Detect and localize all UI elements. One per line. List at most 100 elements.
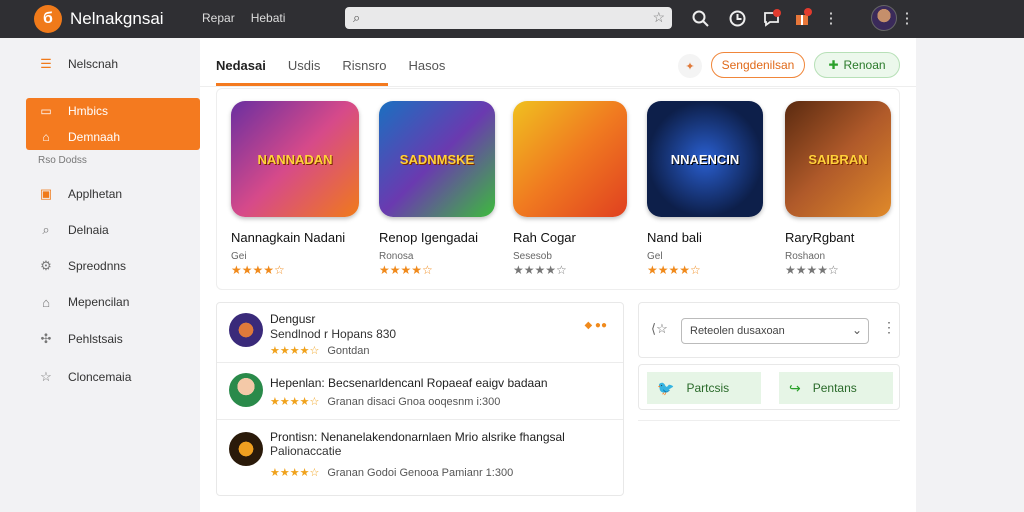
sidebar-item[interactable]: ▣ Applhetan <box>26 179 200 209</box>
search-icon: ⌕ <box>353 10 361 25</box>
store-icon: ▭ <box>40 104 52 118</box>
account-menu-icon[interactable]: ⋮ <box>897 8 917 28</box>
game-rating: ★★★★☆ <box>785 263 839 277</box>
list-item[interactable]: Prontisn: Nenanelakendonarnlaen Mrio als… <box>217 420 623 495</box>
sidebar-item-label: Nelscnah <box>68 57 119 71</box>
share-button[interactable]: 🐦 Partcsis <box>647 372 761 404</box>
sidebar-item[interactable]: ⌂ Mepencilan <box>26 287 200 317</box>
review-rating: ★★★★☆ <box>270 345 320 357</box>
top-bar: б Nelnakgnsai Repar Hebati ⌕ ☆ ⋮ ⋮ <box>0 0 1024 38</box>
game-art[interactable]: NNAENCIN <box>647 101 763 217</box>
game-subtitle: Sesesob <box>513 251 552 262</box>
search-icon: ⌕ <box>42 222 50 237</box>
bookmark-star-icon[interactable]: ☆ <box>652 9 665 26</box>
game-card[interactable]: SAIBRAN RaryRgbant Roshaon ★★★★☆ <box>785 101 915 277</box>
review-meta: ★★★★☆ Granan disaci Gnoa ooqesnm i:300 <box>270 395 500 408</box>
game-card[interactable]: SADNMSKE Renop Igengadai Ronosa ★★★★☆ <box>379 101 509 277</box>
game-name: Renop Igengadai <box>379 230 479 245</box>
filter-panel: ⟨☆ Reteolen dusaxoan ⌄ ⋮ <box>638 302 900 358</box>
game-subtitle: Gei <box>231 251 247 262</box>
tag-icon: ⟨☆ <box>651 321 668 336</box>
game-art-title: SAIBRAN <box>808 151 868 167</box>
game-card[interactable]: Rah Cogar Sesesob ★★★★☆ <box>513 101 643 277</box>
game-subtitle: Gel <box>647 251 663 262</box>
green-button[interactable]: ✚ Renoan <box>814 52 900 78</box>
review-actions-icon[interactable]: ◆ ●● <box>584 320 607 331</box>
game-art-title: SADNMSKE <box>399 151 475 167</box>
share-label: Partcsis <box>686 381 730 395</box>
game-art[interactable]: SADNMSKE <box>379 101 495 217</box>
list-item[interactable]: Dengusr Sendlnod r Hopans 830 ★★★★☆ Gontd… <box>217 303 623 363</box>
game-subtitle: Ronosa <box>379 251 414 262</box>
game-art[interactable]: NANNADAN <box>231 101 359 217</box>
logo-letter: б <box>43 10 53 27</box>
sidebar-item[interactable]: ✣ Pehlstsais <box>26 324 200 354</box>
topnav-item[interactable]: Hebati <box>251 11 286 25</box>
review-subtitle: Sendlnod r Hopans 830 <box>270 327 397 341</box>
app-logo[interactable]: б <box>34 5 62 33</box>
game-rating: ★★★★☆ <box>379 263 433 277</box>
divider <box>638 420 900 421</box>
sidebar-item[interactable]: ⌕ Delnaia <box>26 215 200 245</box>
review-meta-text: Gontdan <box>327 345 370 357</box>
sidebar-item[interactable]: ☆ Cloncemaia <box>26 362 200 392</box>
magic-icon[interactable]: ✦ <box>678 54 702 78</box>
search-input[interactable] <box>373 7 633 29</box>
sidebar-item-active[interactable]: ▭ Hmbics <box>26 98 200 124</box>
puzzle-icon: ✣ <box>40 331 52 346</box>
game-subtitle: Roshaon <box>785 251 826 262</box>
share-icon: ↪ <box>789 379 801 396</box>
user-avatar[interactable] <box>871 5 897 31</box>
sidebar: ☰ Nelscnah ▭ Hmbics ⌂ Demnaah Rso Dodss … <box>0 38 200 512</box>
app-title: Nelnakgnsai <box>70 9 164 28</box>
review-meta: ★★★★☆ Gontdan <box>270 344 370 357</box>
game-name: Nannagkain Nadani <box>231 230 346 245</box>
game-rating: ★★★★☆ <box>647 263 701 277</box>
more-vertical-icon[interactable]: ⋮ <box>821 8 841 28</box>
review-list: Dengusr Sendlnod r Hopans 830 ★★★★☆ Gontd… <box>216 302 624 496</box>
search-bar: ⌕ ☆ <box>345 7 672 29</box>
gear-icon: ⚙ <box>40 258 52 273</box>
game-rating: ★★★★☆ <box>231 263 285 277</box>
list-icon: ☰ <box>40 56 52 71</box>
sidebar-section-label: Rso Dodss <box>38 155 87 166</box>
game-card[interactable]: NANNADAN Nannagkain Nadani Gei ★★★★☆ <box>231 101 361 277</box>
sidebar-item-label: Cloncemaia <box>68 370 132 384</box>
game-art[interactable] <box>513 101 627 217</box>
share-label: Pentans <box>812 381 857 395</box>
sidebar-item-label: Spreodnns <box>68 259 127 273</box>
review-title: Prontisn: Nenanelakendonarnlaen Mrio als… <box>270 430 565 444</box>
tab[interactable]: Hasos <box>408 52 445 88</box>
review-meta-text: Granan Godoi Genooa Pamianr 1:300 <box>327 467 514 479</box>
tab-divider <box>200 86 916 87</box>
review-rating: ★★★★☆ <box>270 467 320 479</box>
list-item[interactable]: Hepenlan: Becsenarldencanl Ropaeaf eaigv… <box>217 363 623 420</box>
topnav-item[interactable]: Repar <box>202 11 235 25</box>
app-icon: ▣ <box>39 186 53 201</box>
sidebar-item[interactable]: ⚙ Spreodnns <box>26 251 200 281</box>
more-vertical-icon[interactable]: ⋮ <box>882 319 896 336</box>
filter-select[interactable]: Reteolen dusaxoan ⌄ <box>681 318 869 344</box>
game-name: RaryRgbant <box>785 230 855 245</box>
game-card[interactable]: NNAENCIN Nand bali Gel ★★★★☆ <box>647 101 777 277</box>
game-art[interactable]: SAIBRAN <box>785 101 891 217</box>
review-meta: ★★★★☆ Granan Godoi Genooa Pamianr 1:300 <box>270 466 513 479</box>
sidebar-item-label: Pehlstsais <box>68 332 123 346</box>
sidebar-item[interactable]: ☰ Nelscnah <box>26 49 200 79</box>
bag-icon: ⌂ <box>42 294 50 310</box>
sidebar-item-label: Delnaia <box>68 223 109 237</box>
search-icon[interactable] <box>690 8 710 28</box>
sidebar-active-group[interactable]: ▭ Hmbics ⌂ Demnaah <box>26 98 200 150</box>
bird-icon: 🐦 <box>657 379 675 396</box>
game-carousel: NANNADAN Nannagkain Nadani Gei ★★★★☆ SAD… <box>216 88 900 290</box>
clock-icon[interactable] <box>727 8 747 28</box>
share-panel: 🐦 Partcsis ↪ Pentans <box>638 364 900 410</box>
sidebar-item-active[interactable]: ⌂ Demnaah <box>26 124 200 150</box>
review-rating: ★★★★☆ <box>270 396 320 408</box>
notification-badge <box>773 9 781 17</box>
share-button[interactable]: ↪ Pentans <box>779 372 893 404</box>
outline-button[interactable]: Sengdenilsan <box>711 52 805 78</box>
avatar <box>229 373 263 407</box>
game-rating: ★★★★☆ <box>513 263 567 277</box>
review-title: Dengusr <box>270 312 316 326</box>
